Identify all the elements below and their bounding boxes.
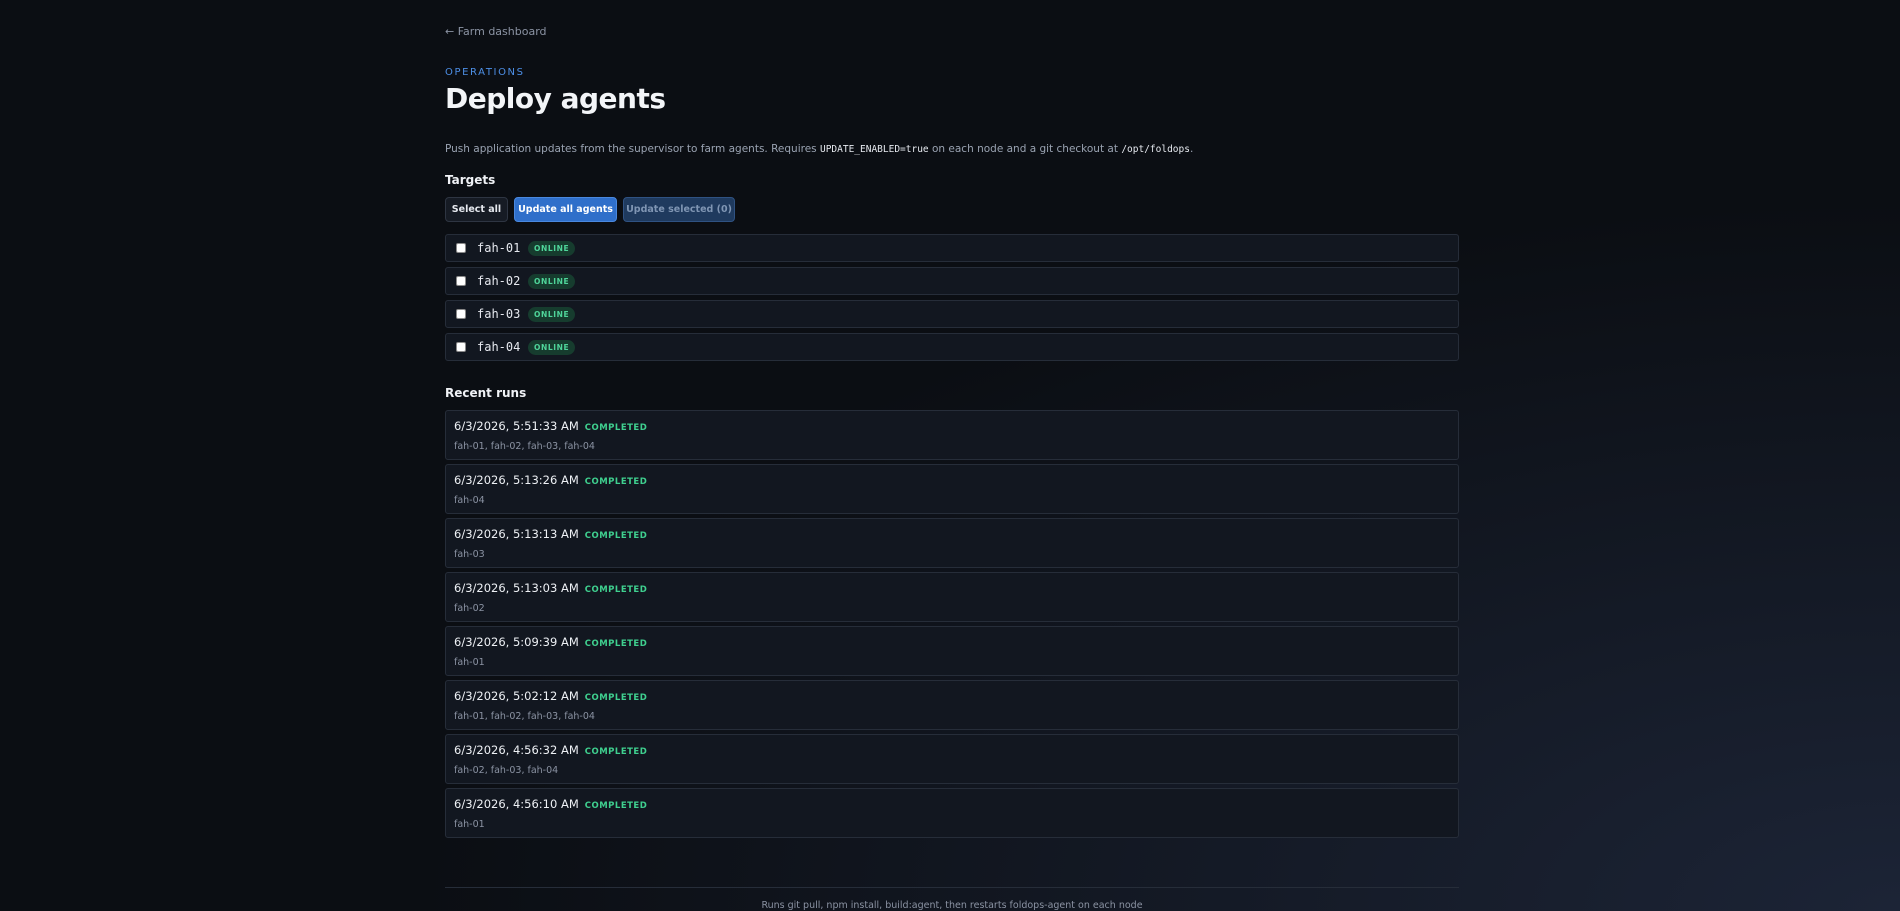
- run-status-badge: COMPLETED: [584, 801, 648, 811]
- target-checkbox[interactable]: [456, 309, 466, 319]
- run-status-badge: COMPLETED: [584, 747, 648, 757]
- target-row[interactable]: fah-04 ONLINE: [445, 333, 1459, 361]
- targets-heading: Targets: [445, 173, 496, 187]
- run-status-badge: COMPLETED: [584, 531, 648, 541]
- target-checkbox[interactable]: [456, 243, 466, 253]
- run-status-badge: COMPLETED: [584, 639, 648, 649]
- target-name: fah-01: [477, 241, 521, 255]
- run-targets: fah-03: [454, 549, 485, 560]
- online-status-badge: ONLINE: [528, 274, 576, 289]
- run-time-text: 6/3/2026, 4:56:32 AM: [454, 743, 579, 757]
- select-all-button[interactable]: Select all: [445, 197, 508, 222]
- online-status-badge: ONLINE: [528, 307, 576, 322]
- run-time-text: 6/3/2026, 4:56:10 AM: [454, 797, 579, 811]
- run-status-badge: COMPLETED: [584, 477, 648, 487]
- run-time-text: 6/3/2026, 5:09:39 AM: [454, 635, 579, 649]
- target-row[interactable]: fah-03 ONLINE: [445, 300, 1459, 328]
- recent-runs-heading: Recent runs: [445, 386, 527, 400]
- online-status-badge: ONLINE: [528, 340, 576, 355]
- run-card: 6/3/2026, 5:13:26 AM COMPLETED fah-04: [445, 464, 1459, 514]
- run-targets: fah-01, fah-02, fah-03, fah-04: [454, 441, 595, 452]
- description-text-mid: on each node and a git checkout at: [928, 143, 1122, 155]
- run-status-badge: COMPLETED: [584, 693, 648, 703]
- run-status-badge: COMPLETED: [584, 585, 648, 595]
- run-timestamp: 6/3/2026, 5:09:39 AM COMPLETED: [454, 635, 647, 649]
- description-text-post: .: [1189, 143, 1194, 155]
- update-all-agents-button[interactable]: Update all agents: [514, 197, 617, 222]
- target-checkbox[interactable]: [456, 276, 466, 286]
- target-name: fah-02: [477, 274, 521, 288]
- footer-note: Runs git pull, npm install, build:agent,…: [761, 900, 1143, 911]
- run-targets: fah-01: [454, 819, 485, 830]
- target-checkbox[interactable]: [456, 342, 466, 352]
- page-description: Push application updates from the superv…: [445, 143, 1193, 155]
- run-timestamp: 6/3/2026, 5:13:13 AM COMPLETED: [454, 527, 647, 541]
- run-status-badge: COMPLETED: [584, 423, 648, 433]
- online-status-badge: ONLINE: [528, 241, 576, 256]
- run-time-text: 6/3/2026, 5:13:26 AM: [454, 473, 579, 487]
- update-selected-button[interactable]: Update selected (0): [623, 197, 735, 222]
- run-time-text: 6/3/2026, 5:13:03 AM: [454, 581, 579, 595]
- run-targets: fah-01: [454, 657, 485, 668]
- run-time-text: 6/3/2026, 5:51:33 AM: [454, 419, 579, 433]
- run-time-text: 6/3/2026, 5:13:13 AM: [454, 527, 579, 541]
- run-card: 6/3/2026, 5:51:33 AM COMPLETED fah-01, fa…: [445, 410, 1459, 460]
- run-time-text: 6/3/2026, 5:02:12 AM: [454, 689, 579, 703]
- run-card: 6/3/2026, 5:13:13 AM COMPLETED fah-03: [445, 518, 1459, 568]
- run-timestamp: 6/3/2026, 5:51:33 AM COMPLETED: [454, 419, 647, 433]
- run-timestamp: 6/3/2026, 5:13:03 AM COMPLETED: [454, 581, 647, 595]
- target-name: fah-03: [477, 307, 521, 321]
- run-timestamp: 6/3/2026, 5:02:12 AM COMPLETED: [454, 689, 647, 703]
- run-card: 6/3/2026, 4:56:32 AM COMPLETED fah-02, fa…: [445, 734, 1459, 784]
- run-timestamp: 6/3/2026, 4:56:32 AM COMPLETED: [454, 743, 647, 757]
- run-targets: fah-02: [454, 603, 485, 614]
- description-code-update-enabled: UPDATE_ENABLED=true: [819, 144, 929, 155]
- back-to-farm-dashboard-link[interactable]: ← Farm dashboard: [445, 25, 547, 38]
- run-targets: fah-01, fah-02, fah-03, fah-04: [454, 711, 595, 722]
- run-card: 6/3/2026, 5:13:03 AM COMPLETED fah-02: [445, 572, 1459, 622]
- description-code-path: /opt/foldops: [1121, 144, 1190, 155]
- description-text-pre: Push application updates from the superv…: [445, 143, 820, 155]
- target-row[interactable]: fah-01 ONLINE: [445, 234, 1459, 262]
- run-targets: fah-04: [454, 495, 485, 506]
- run-card: 6/3/2026, 5:09:39 AM COMPLETED fah-01: [445, 626, 1459, 676]
- run-card: 6/3/2026, 4:56:10 AM COMPLETED fah-01: [445, 788, 1459, 838]
- target-row[interactable]: fah-02 ONLINE: [445, 267, 1459, 295]
- run-timestamp: 6/3/2026, 5:13:26 AM COMPLETED: [454, 473, 647, 487]
- page-title: Deploy agents: [445, 82, 666, 115]
- footer-divider: [445, 887, 1459, 888]
- target-name: fah-04: [477, 340, 521, 354]
- run-timestamp: 6/3/2026, 4:56:10 AM COMPLETED: [454, 797, 647, 811]
- run-card: 6/3/2026, 5:02:12 AM COMPLETED fah-01, fa…: [445, 680, 1459, 730]
- run-targets: fah-02, fah-03, fah-04: [454, 765, 559, 776]
- section-eyebrow: OPERATIONS: [445, 67, 525, 78]
